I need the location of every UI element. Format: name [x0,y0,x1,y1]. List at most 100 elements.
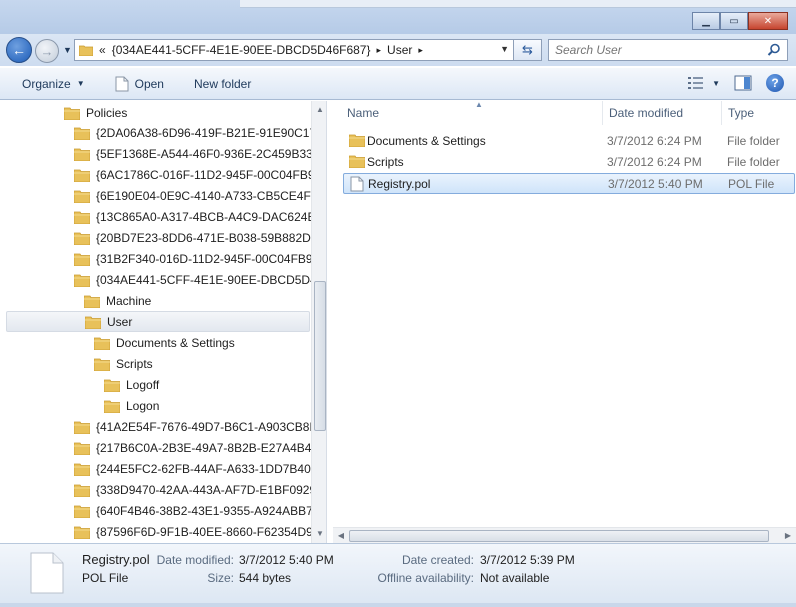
tree-item-label: User [107,314,133,329]
details-file-type: POL File [82,571,129,585]
tree-item[interactable]: Scripts [94,353,153,374]
folder-icon [74,168,90,182]
tree-item[interactable]: {41A2E54F-7676-49D7-B6C1-A903CB8DA [74,416,326,437]
preview-pane-icon[interactable] [734,75,752,91]
column-header-name[interactable]: Name ▲ [341,100,603,125]
tree-item[interactable]: {6E190E04-0E9C-4140-A733-CB5CE4F474 [74,185,327,206]
scroll-right-icon[interactable]: ▶ [783,531,793,541]
window-bottom-border [0,603,796,607]
tree-item[interactable]: {2DA06A38-6D96-419F-B21E-91E90C17C1 [74,122,326,143]
search-input[interactable] [555,43,755,57]
open-button[interactable]: Open [95,68,174,99]
tree-item[interactable]: {6AC1786C-016F-11D2-945F-00C04FB984 [74,164,327,185]
details-file-name: Registry.pol [82,552,150,567]
navigation-pane[interactable]: Policies {2DA06A38-6D96-419F-B21E-91E90C1… [0,101,327,543]
tree-item[interactable]: {217B6C0A-2B3E-49A7-8B2B-E27A4B4481 [74,437,326,458]
recent-pages-dropdown[interactable]: ▼ [63,45,72,55]
back-button[interactable]: ← [6,37,32,63]
help-icon[interactable]: ? [766,74,784,92]
details-date-created-label: Date created: [401,553,474,567]
close-icon: ✕ [763,15,773,27]
folder-icon [74,273,90,287]
file-type: File folder [727,155,780,169]
address-bar[interactable]: « {034AE441-5CFF-4E1E-90EE-DBCD5D46F687}… [74,39,514,61]
details-size-label: Size: [207,571,234,585]
forward-button[interactable]: → [35,39,59,63]
folder-icon [74,441,90,455]
tree-item-label: {6AC1786C-016F-11D2-945F-00C04FB984 [96,167,327,182]
file-name: Documents & Settings [367,134,486,148]
tree-item-label: Machine [106,293,152,308]
scroll-up-icon[interactable]: ▲ [315,105,325,115]
folder-icon [348,154,366,171]
address-chevron[interactable]: « [99,43,106,57]
file-type: File folder [727,134,780,148]
tree-item[interactable]: {31B2F340-016D-11D2-945F-00C04FB984 [74,248,326,269]
tree-item[interactable]: Policies [64,102,127,123]
column-header-date[interactable]: Date modified [603,101,722,125]
folder-icon [74,525,90,539]
close-button[interactable]: ✕ [748,12,788,30]
window-controls: ▁ ▭ ✕ [692,12,788,30]
tree-item[interactable]: {5EF1368E-A544-46F0-936E-2C459B337B3 [74,143,326,164]
column-header-type[interactable]: Type [722,101,796,125]
file-icon [115,76,129,91]
content-horizontal-scrollbar[interactable]: ◀ ▶ [333,527,796,543]
sort-ascending-icon: ▲ [475,100,483,109]
address-separator[interactable]: ▸ [377,45,382,56]
tree-item-label: Policies [86,105,128,120]
folder-icon [64,106,80,120]
search-box[interactable] [548,39,788,61]
details-offline-label: Offline availability: [377,571,475,585]
tree-item-label: {6E190E04-0E9C-4140-A733-CB5CE4F474 [96,188,327,203]
scroll-left-icon[interactable]: ◀ [336,531,346,541]
tree-item[interactable]: {244E5FC2-62FB-44AF-A633-1DD7B409D [74,458,326,479]
chevron-down-icon[interactable]: ▼ [712,79,720,88]
view-list-icon [688,77,704,89]
search-icon[interactable] [767,43,781,57]
tree-item[interactable]: {87596F6D-9F1B-40EE-8660-F62354D91C [74,521,326,542]
organize-button[interactable]: Organize ▼ [0,68,95,99]
maximize-button[interactable]: ▭ [720,12,748,30]
scroll-down-icon[interactable]: ▼ [315,529,325,539]
tree-item-label: {640F4B46-38B2-43E1-9355-A924ABB72A [96,503,327,518]
address-segment-gpo[interactable]: {034AE441-5CFF-4E1E-90EE-DBCD5D46F687} [112,43,371,57]
chevron-down-icon: ▼ [76,79,85,88]
folder-icon [94,357,110,371]
tree-item[interactable]: {640F4B46-38B2-43E1-9355-A924ABB72A [74,500,327,521]
tree-item[interactable]: {338D9470-42AA-443A-AF7D-E1BF092942 [74,479,326,500]
tree-item[interactable]: {034AE441-5CFF-4E1E-90EE-DBCD5D46F6 [74,269,326,290]
column-date-label: Date modified [609,106,684,120]
tree-item-label: {31B2F340-016D-11D2-945F-00C04FB984 [96,251,326,266]
forward-arrow-icon: → [40,43,54,59]
new-folder-button[interactable]: New folder [174,68,261,99]
nav-scroll-thumb[interactable] [314,281,326,431]
details-date-created-value: 3/7/2012 5:39 PM [480,553,575,567]
address-segment-user[interactable]: User [387,43,412,57]
tree-item[interactable]: Machine [84,290,151,311]
file-name: Scripts [367,155,404,169]
file-row[interactable]: Scripts 3/7/2012 6:24 PM File folder [343,152,795,173]
open-label: Open [134,76,164,91]
nav-vertical-scrollbar[interactable]: ▲ ▼ [311,101,326,543]
file-list-pane[interactable]: Name ▲ Date modified Type Documents & Se… [333,100,796,543]
tree-item[interactable]: {13C865A0-A317-4BCB-A4C9-DAC624EA [74,206,323,227]
address-dropdown-icon[interactable]: ▼ [500,44,509,54]
folder-icon [104,399,120,413]
tree-item[interactable]: Logoff [104,374,159,395]
minimize-button[interactable]: ▁ [692,12,720,30]
content-scroll-thumb[interactable] [349,530,769,542]
change-view-button[interactable]: ▼ [688,76,720,90]
tree-item[interactable]: Logon [104,395,159,416]
file-row-selected[interactable]: Registry.pol 3/7/2012 5:40 PM POL File [343,173,795,194]
tree-item-label: Documents & Settings [116,335,235,350]
file-name: Registry.pol [368,177,431,191]
tree-item[interactable]: Documents & Settings [94,332,235,353]
refresh-icon: ⇆ [522,42,533,57]
address-separator[interactable]: ▸ [418,45,423,56]
file-row[interactable]: Documents & Settings 3/7/2012 6:24 PM File… [343,131,795,152]
tree-item-selected[interactable]: User [6,311,310,332]
tree-item[interactable]: {20BD7E23-8DD6-471E-B038-59B882D55D [74,227,326,248]
refresh-button[interactable]: ⇆ [514,39,542,61]
maximize-icon: ▭ [729,15,739,27]
